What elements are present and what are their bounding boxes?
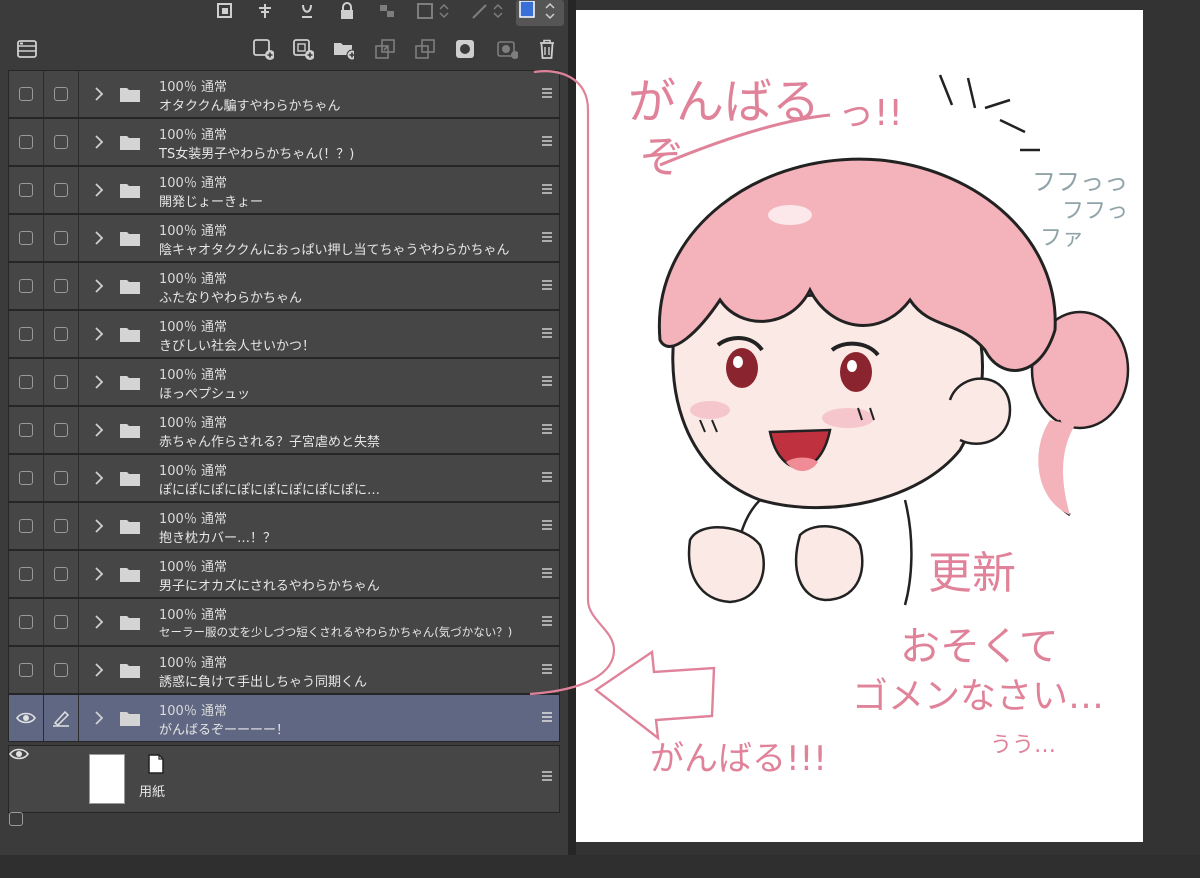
canvas-text-sfx3: ファ bbox=[1040, 226, 1084, 251]
canvas-text-sfx2: フフっ bbox=[1062, 199, 1128, 224]
canvas-text-update: 更新 bbox=[928, 548, 1016, 599]
canvas-illustration: がんばる ぞ っ!! フフっっ フフっ ファ 更新 おそくて ゴメンなさい… う… bbox=[529, 70, 1130, 779]
arrow-annotation bbox=[593, 649, 716, 741]
canvas-text-ganbaru: がんばる bbox=[628, 74, 820, 130]
canvas-text-exclaim: っ!! bbox=[838, 93, 903, 134]
canvas-text-late1: おそくて bbox=[900, 624, 1059, 670]
canvas-text-cheer: がんばる!!! bbox=[650, 739, 827, 779]
canvas-text-zo: ぞ bbox=[640, 132, 684, 183]
canvas-text-sfx: フフっっ bbox=[1032, 168, 1128, 196]
canvas-text-cry: うう… bbox=[990, 733, 1056, 758]
canvas-text-late2: ゴメンなさい… bbox=[852, 676, 1104, 717]
bracket-annotation bbox=[529, 70, 616, 696]
